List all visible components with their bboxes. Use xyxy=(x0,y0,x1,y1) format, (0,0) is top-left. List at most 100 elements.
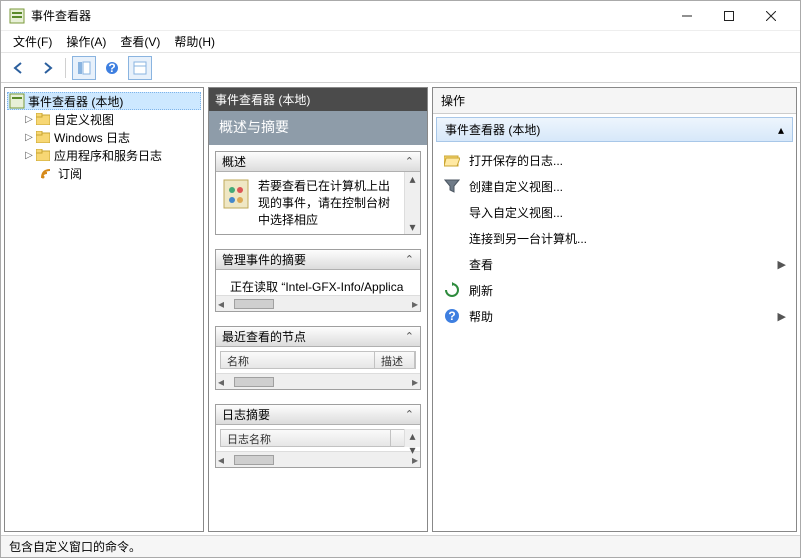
filter-icon xyxy=(443,177,461,195)
section-logsummary-header[interactable]: 日志摘要 ⌃ xyxy=(216,405,420,425)
collapse-icon: ⌃ xyxy=(405,408,414,421)
actions-header: 操作 xyxy=(433,88,796,114)
collapse-icon: ⌃ xyxy=(405,155,414,168)
titlebar: 事件查看器 xyxy=(1,1,800,31)
expand-icon[interactable]: ▷ xyxy=(23,132,35,143)
tree-root[interactable]: 事件查看器 (本地) xyxy=(7,92,201,110)
summary-text: 正在读取 “Intel-GFX-Info/Applica xyxy=(230,280,403,294)
action-label: 帮助 xyxy=(469,308,770,325)
col-desc: 描述 xyxy=(375,352,415,368)
section-title: 日志摘要 xyxy=(222,406,270,423)
menu-help[interactable]: 帮助(H) xyxy=(168,31,221,52)
overview-icon xyxy=(222,178,250,228)
collapse-icon: ⌃ xyxy=(405,330,414,343)
actions-pane: 操作 事件查看器 (本地) ▴ 打开保存的日志... 创建自定义视图... 导入… xyxy=(432,87,797,532)
section-summary-body: 正在读取 “Intel-GFX-Info/Applica xyxy=(216,270,420,295)
submenu-icon: ▶ xyxy=(778,258,786,271)
svg-text:?: ? xyxy=(108,61,115,75)
tree-item-label: 订阅 xyxy=(58,165,82,182)
section-title: 概述 xyxy=(222,153,246,170)
action-label: 连接到另一台计算机... xyxy=(469,230,786,247)
section-logsummary: 日志摘要 ⌃ 日志名称 ▴▾ ◂▸ xyxy=(215,404,421,468)
vscrollbar[interactable]: ▴▾ xyxy=(404,172,420,234)
menu-bar: 文件(F) 操作(A) 查看(V) 帮助(H) xyxy=(1,31,800,53)
section-summary-header[interactable]: 管理事件的摘要 ⌃ xyxy=(216,250,420,270)
folder-open-icon xyxy=(443,151,461,169)
properties-button[interactable] xyxy=(128,56,152,80)
details-header: 事件查看器 (本地) xyxy=(209,88,427,111)
forward-button[interactable] xyxy=(35,56,59,80)
col-name: 名称 xyxy=(221,352,375,368)
actions-group[interactable]: 事件查看器 (本地) ▴ xyxy=(436,117,793,142)
folder-icon xyxy=(35,129,51,145)
action-label: 查看 xyxy=(469,256,770,273)
folder-icon xyxy=(35,111,51,127)
recent-columns[interactable]: 名称 描述 xyxy=(220,351,416,369)
menu-view[interactable]: 查看(V) xyxy=(114,31,166,52)
section-recent-header[interactable]: 最近查看的节点 ⌃ xyxy=(216,327,420,347)
action-label: 刷新 xyxy=(469,282,786,299)
tree-item-label: Windows 日志 xyxy=(54,129,130,146)
collapse-icon: ⌃ xyxy=(405,253,414,266)
actions-group-label: 事件查看器 (本地) xyxy=(445,121,540,138)
nav-tree: 事件查看器 (本地) ▷ 自定义视图 ▷ Windows 日志 ▷ 应用程序和服… xyxy=(5,88,203,186)
tree-pane: 事件查看器 (本地) ▷ 自定义视图 ▷ Windows 日志 ▷ 应用程序和服… xyxy=(4,87,204,532)
status-text: 包含自定义窗口的命令。 xyxy=(9,538,141,555)
tree-item-subscriptions[interactable]: 订阅 xyxy=(7,164,201,182)
menu-action[interactable]: 操作(A) xyxy=(60,31,112,52)
details-banner: 概述与摘要 xyxy=(209,111,427,145)
tree-item-windows-logs[interactable]: ▷ Windows 日志 xyxy=(7,128,201,146)
hscrollbar[interactable]: ◂▸ xyxy=(216,451,420,467)
action-create-custom-view[interactable]: 创建自定义视图... xyxy=(439,173,790,199)
help-toolbar-button[interactable]: ? xyxy=(100,56,124,80)
expand-icon[interactable]: ▷ xyxy=(23,150,35,161)
window-buttons xyxy=(666,1,792,31)
folder-icon xyxy=(35,147,51,163)
action-connect-computer[interactable]: 连接到另一台计算机... xyxy=(439,225,790,251)
refresh-icon xyxy=(443,281,461,299)
tree-item-app-service-logs[interactable]: ▷ 应用程序和服务日志 xyxy=(7,146,201,164)
maximize-button[interactable] xyxy=(708,1,750,31)
close-button[interactable] xyxy=(750,1,792,31)
subscription-icon xyxy=(39,165,55,181)
toolbar-separator xyxy=(65,58,66,78)
submenu-icon: ▶ xyxy=(778,310,786,323)
section-overview-body: 若要查看已在计算机上出现的事件，请在控制台树中选择相应 ▴▾ xyxy=(216,172,420,234)
details-body: 概述 ⌃ 若要查看已在计算机上出现的事件，请在控制台树中选择相应 ▴▾ 管理事件… xyxy=(209,145,427,531)
action-label: 创建自定义视图... xyxy=(469,178,786,195)
action-import-custom-view[interactable]: 导入自定义视图... xyxy=(439,199,790,225)
tree-item-label: 应用程序和服务日志 xyxy=(54,147,162,164)
hscrollbar[interactable]: ◂▸ xyxy=(216,373,420,389)
window-title: 事件查看器 xyxy=(31,7,666,24)
action-view[interactable]: 查看 ▶ xyxy=(439,251,790,277)
section-summary: 管理事件的摘要 ⌃ 正在读取 “Intel-GFX-Info/Applica ◂… xyxy=(215,249,421,312)
logsummary-columns[interactable]: 日志名称 xyxy=(220,429,416,447)
section-recent-body: 名称 描述 xyxy=(216,347,420,373)
section-logsummary-body: 日志名称 ▴▾ xyxy=(216,425,420,451)
minimize-button[interactable] xyxy=(666,1,708,31)
menu-file[interactable]: 文件(F) xyxy=(7,31,58,52)
show-tree-button[interactable] xyxy=(72,56,96,80)
section-title: 管理事件的摘要 xyxy=(222,251,306,268)
section-overview-header[interactable]: 概述 ⌃ xyxy=(216,152,420,172)
toolbar: ? xyxy=(1,53,800,83)
section-title: 最近查看的节点 xyxy=(222,328,306,345)
svg-text:?: ? xyxy=(448,309,455,323)
collapse-icon: ▴ xyxy=(778,123,784,137)
vscrollbar[interactable]: ▴▾ xyxy=(404,429,420,447)
action-open-saved-log[interactable]: 打开保存的日志... xyxy=(439,147,790,173)
section-recent: 最近查看的节点 ⌃ 名称 描述 ◂▸ xyxy=(215,326,421,390)
action-refresh[interactable]: 刷新 xyxy=(439,277,790,303)
details-pane: 事件查看器 (本地) 概述与摘要 概述 ⌃ 若要查看已在计算机上出现的事件，请在… xyxy=(208,87,428,532)
expand-icon[interactable]: ▷ xyxy=(23,114,35,125)
tree-item-label: 自定义视图 xyxy=(54,111,114,128)
hscrollbar[interactable]: ◂▸ xyxy=(216,295,420,311)
back-button[interactable] xyxy=(7,56,31,80)
action-label: 导入自定义视图... xyxy=(469,204,786,221)
eventviewer-icon xyxy=(9,93,25,109)
tree-root-label: 事件查看器 (本地) xyxy=(28,93,123,110)
tree-item-custom-views[interactable]: ▷ 自定义视图 xyxy=(7,110,201,128)
action-help[interactable]: ? 帮助 ▶ xyxy=(439,303,790,329)
section-overview: 概述 ⌃ 若要查看已在计算机上出现的事件，请在控制台树中选择相应 ▴▾ xyxy=(215,151,421,235)
actions-list: 打开保存的日志... 创建自定义视图... 导入自定义视图... 连接到另一台计… xyxy=(433,145,796,331)
